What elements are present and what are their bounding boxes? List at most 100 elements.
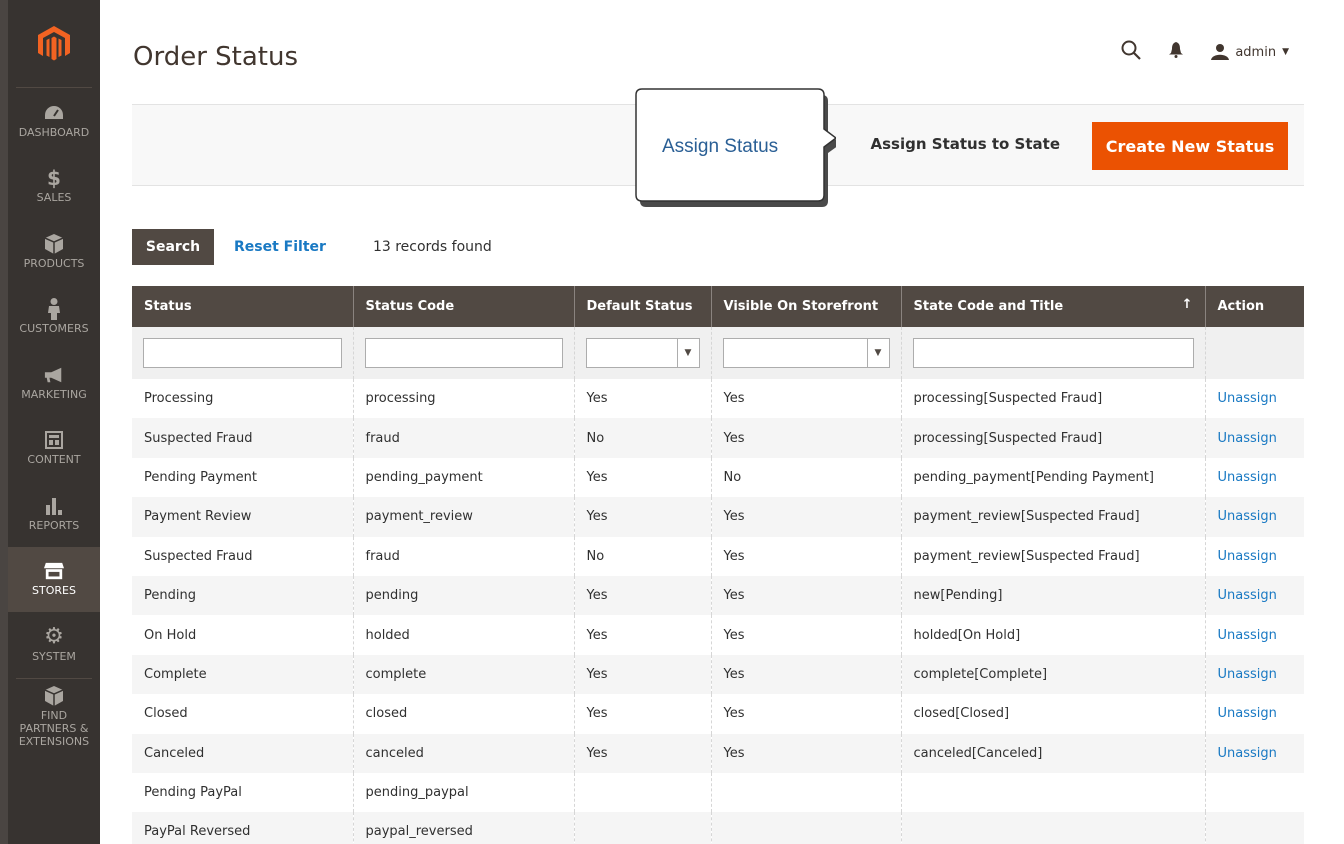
cell-status: Suspected Fraud: [132, 418, 353, 458]
chevron-down-icon: ▼: [676, 339, 699, 367]
order-status-grid: Status Status Code Default Status Visibl…: [132, 286, 1304, 844]
cell-action: Unassign: [1204, 654, 1304, 695]
nav-label: PRODUCTS: [23, 256, 85, 270]
unassign-link[interactable]: Unassign: [1218, 588, 1277, 603]
unassign-link[interactable]: Unassign: [1218, 628, 1277, 643]
cell-status: Canceled: [132, 733, 353, 773]
unassign-link[interactable]: Unassign: [1218, 746, 1277, 761]
cell-visible: Yes: [710, 379, 901, 419]
nav-label: REPORTS: [28, 518, 80, 532]
unassign-link[interactable]: Unassign: [1218, 431, 1277, 446]
unassign-link[interactable]: Unassign: [1218, 470, 1277, 485]
cell-status: Pending PayPal: [144, 785, 242, 801]
cell-default: Yes: [573, 615, 711, 655]
cell-default: No: [573, 418, 711, 458]
column-header-status[interactable]: Status: [132, 286, 353, 327]
cell-action: Unassign: [1204, 575, 1304, 616]
column-header-status-code[interactable]: Status Code: [352, 286, 574, 327]
column-header-default-status[interactable]: Default Status: [573, 286, 711, 327]
admin-user-menu[interactable]: admin ▼: [1211, 44, 1289, 60]
cell-code: fraud: [352, 418, 574, 458]
cell-default: Yes: [573, 733, 711, 773]
search-icon[interactable]: [1121, 40, 1142, 64]
nav-marketing[interactable]: MARKETING: [8, 350, 100, 416]
cell-default: Yes: [573, 457, 711, 498]
table-row[interactable]: Pending pending Yes Yes new[Pending] Unassign: [132, 575, 1304, 616]
nav-dashboard[interactable]: DASHBOARD: [8, 88, 100, 154]
cell-visible: Yes: [710, 615, 901, 655]
nav-reports[interactable]: REPORTS: [8, 481, 100, 547]
magento-logo[interactable]: [16, 0, 92, 88]
nav-products[interactable]: PRODUCTS: [8, 219, 100, 285]
filter-cell: [132, 327, 353, 379]
nav-label: SALES: [36, 191, 72, 205]
table-row[interactable]: Pending PayPal pending_paypal: [132, 772, 1304, 813]
table-row[interactable]: On Hold holded Yes Yes holded[On Hold] Unassi…: [132, 615, 1304, 655]
nav-customers[interactable]: CUSTOMERS: [8, 285, 100, 351]
table-row[interactable]: Canceled canceled Yes Yes canceled[Canceled]…: [132, 733, 1304, 773]
nav-stores[interactable]: STORES: [8, 546, 100, 612]
cell-visible: Yes: [710, 733, 901, 773]
create-new-status-button[interactable]: Create New Status: [1092, 122, 1288, 170]
cell-default: Yes: [573, 497, 711, 537]
notifications-bell-icon[interactable]: [1169, 42, 1184, 62]
window-edge: [0, 0, 8, 844]
unassign-link[interactable]: Unassign: [1218, 706, 1277, 721]
cell-code: pending_paypal: [352, 772, 574, 813]
storefront-icon: [44, 561, 64, 581]
cell-code: paypal_reversed: [352, 812, 574, 844]
cell-action: Unassign: [1204, 733, 1304, 773]
unassign-link[interactable]: Unassign: [1218, 509, 1277, 524]
reset-filter-link[interactable]: Reset Filter: [234, 239, 326, 255]
search-button[interactable]: Search: [132, 229, 214, 265]
nav-system[interactable]: ⚙ SYSTEM: [8, 612, 100, 678]
grid-body: Processing processing Yes Yes processing[Sus…: [132, 379, 1304, 844]
cell-code: pending_payment: [352, 457, 574, 498]
unassign-link[interactable]: Unassign: [1218, 549, 1277, 564]
column-header-visible-on-storefront[interactable]: Visible On Storefront: [710, 286, 901, 327]
callout-text: Assign Status: [662, 136, 779, 157]
cell-state: [900, 772, 1205, 813]
grid-header-row: Status Status Code Default Status Visibl…: [132, 286, 1304, 327]
table-row[interactable]: Pending Payment pending_payment Yes No pendi…: [132, 457, 1304, 498]
table-row[interactable]: Payment Review payment_review Yes Yes paymen…: [132, 497, 1304, 537]
unassign-link[interactable]: Unassign: [1218, 667, 1277, 682]
filter-default-status-select[interactable]: ▼: [585, 338, 700, 368]
box-icon: [44, 233, 64, 254]
unassign-link[interactable]: Unassign: [1218, 391, 1277, 406]
user-icon: [1211, 44, 1230, 60]
cell-state: closed[Closed]: [900, 694, 1205, 734]
filter-visible-storefront-select[interactable]: ▼: [722, 338, 890, 368]
header-actions: admin ▼: [1121, 40, 1289, 64]
column-header-state-code[interactable]: State Code and Title ↑: [900, 286, 1205, 327]
chevron-down-icon: ▼: [1282, 47, 1289, 57]
filter-status-input[interactable]: [143, 338, 342, 368]
person-icon: [44, 298, 64, 321]
table-row[interactable]: Closed closed Yes Yes closed[Closed] Unassign: [132, 694, 1304, 734]
table-row[interactable]: Complete complete Yes Yes complete[Complete]…: [132, 654, 1304, 695]
table-row[interactable]: Suspected Fraud fraud No Yes processing[Susp…: [132, 418, 1304, 458]
cell-action: Unassign: [1204, 418, 1304, 458]
table-row[interactable]: PayPal Reversed paypal_reversed: [132, 812, 1304, 844]
nav-find-partners[interactable]: FIND PARTNERS & EXTENSIONS: [8, 679, 100, 755]
cell-code: complete: [352, 654, 574, 695]
nav-sales[interactable]: $ SALES: [8, 154, 100, 220]
filter-state-code-input[interactable]: [912, 338, 1194, 368]
partners-box-icon: [44, 685, 64, 706]
layout-icon: [44, 430, 64, 450]
table-row[interactable]: Processing processing Yes Yes processing[Sus…: [132, 379, 1304, 419]
table-row[interactable]: Suspected Fraud fraud No Yes payment_review[…: [132, 536, 1304, 576]
cell-status: Pending Payment: [144, 469, 258, 485]
filter-status-code-input[interactable]: [364, 338, 563, 368]
nav-content[interactable]: CONTENT: [8, 416, 100, 482]
filter-cell: ▼: [710, 327, 901, 379]
main-content: Order Status admin ▼ Assign Status to St…: [100, 0, 1344, 844]
nav-label: STORES: [32, 584, 76, 598]
cell-action: Unassign: [1204, 694, 1304, 734]
magento-logo-icon: [38, 25, 70, 60]
grid-toolbar: Search Reset Filter 13 records found: [132, 229, 492, 265]
assign-status-button[interactable]: Assign Status to State: [871, 135, 1060, 153]
records-count: 13 records found: [372, 239, 492, 255]
cell-state: complete[Complete]: [900, 654, 1205, 695]
nav-label: CONTENT: [27, 453, 81, 467]
